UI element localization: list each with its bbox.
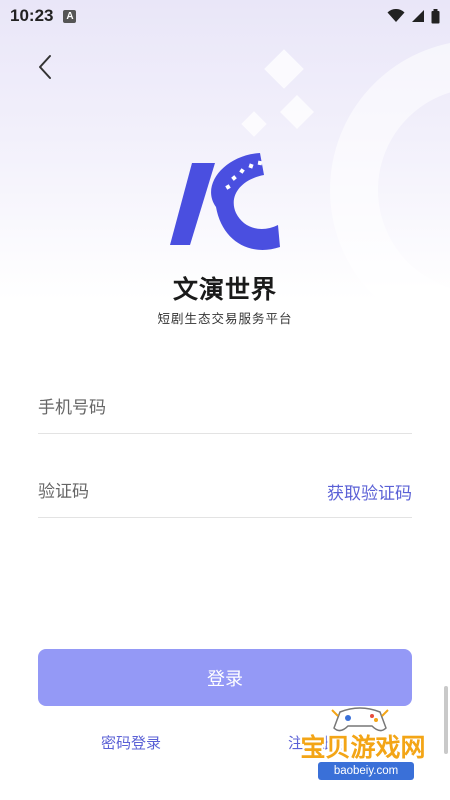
signal-icon [412,10,424,22]
decor-square [241,111,267,137]
app-tagline: 短剧生态交易服务平台 [157,311,293,326]
battery-icon [431,8,440,23]
decor-film-arc [330,40,450,300]
notification-a-icon: A [63,9,77,23]
watermark: 宝贝游戏网 baobeiy.com [278,700,448,792]
phone-field [38,382,412,434]
status-icons [387,8,440,24]
verification-code-input[interactable] [38,481,327,502]
code-field: 获取验证码 [38,466,412,518]
wifi-icon [387,9,405,22]
decor-square [280,95,314,129]
watermark-url: baobeiy.com [318,762,414,780]
app-name: 文演世界 [172,275,277,304]
get-code-button[interactable]: 获取验证码 [327,479,412,504]
watermark-title: 宝贝游戏网 [300,733,426,762]
status-time: 10:23 [10,6,54,25]
status-bar: 10:23 A [0,0,450,32]
film-reel-k-logo-icon [170,153,280,250]
back-button[interactable] [30,50,60,84]
login-button[interactable]: 登录 [38,649,412,706]
scroll-indicator [444,686,448,754]
phone-input[interactable] [38,397,412,418]
password-login-link[interactable]: 密码登录 [101,732,161,753]
chevron-left-icon [39,55,51,79]
decor-square [264,49,304,89]
